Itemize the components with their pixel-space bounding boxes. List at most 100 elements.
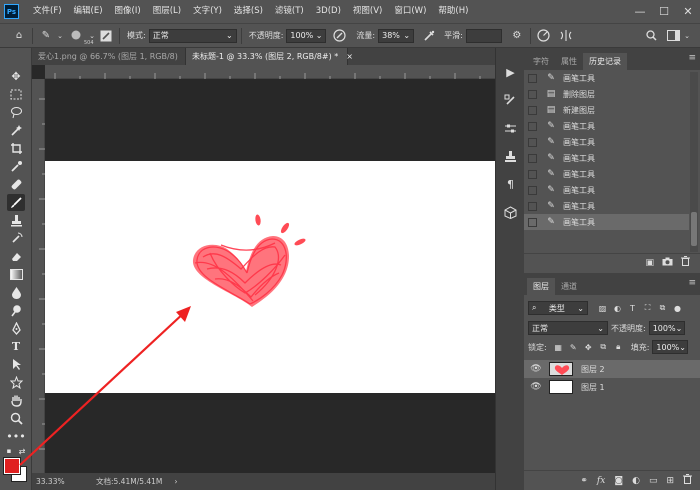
new-layer-icon[interactable]: ⊞ bbox=[666, 476, 674, 486]
default-colors-icon[interactable]: ▪ bbox=[4, 446, 14, 456]
dodge-tool-icon[interactable] bbox=[7, 302, 25, 319]
lock-position-icon[interactable]: ✥ bbox=[582, 341, 595, 354]
history-checkbox[interactable] bbox=[528, 153, 537, 163]
tab-untitled-1[interactable]: 未标题-1 @ 33.3% (图层 2, RGB/8#) * × bbox=[186, 48, 353, 65]
history-checkbox[interactable] bbox=[528, 137, 537, 147]
trash-icon[interactable] bbox=[683, 474, 692, 487]
panel-menu-icon[interactable]: ≡ bbox=[688, 278, 696, 288]
pen-tool-icon[interactable] bbox=[7, 320, 25, 337]
history-item[interactable]: ✎ 画笔工具 bbox=[524, 166, 689, 182]
lock-pixels-icon[interactable]: ✎ bbox=[567, 341, 580, 354]
layer-row-2[interactable]: 👁︎ 图层 2 bbox=[524, 360, 700, 378]
menu-edit[interactable]: 编辑(E) bbox=[68, 0, 109, 23]
menu-layer[interactable]: 图层(L) bbox=[147, 0, 187, 23]
menu-filter[interactable]: 滤镜(T) bbox=[269, 0, 310, 23]
tab-layers[interactable]: 图层 bbox=[527, 278, 555, 295]
history-checkbox[interactable] bbox=[528, 73, 537, 83]
maximize-button[interactable]: ☐ bbox=[652, 0, 676, 23]
history-item[interactable]: ✎ 画笔工具 bbox=[524, 150, 689, 166]
layer-filter-select[interactable]: ⌕ 类型 ⌄ bbox=[528, 301, 588, 315]
history-item[interactable]: ✎ 画笔工具 bbox=[524, 134, 689, 150]
history-checkbox[interactable] bbox=[528, 185, 537, 195]
history-item[interactable]: ✎ 画笔工具 bbox=[524, 70, 689, 86]
eraser-icon[interactable] bbox=[7, 248, 25, 265]
menu-image[interactable]: 图像(I) bbox=[109, 0, 147, 23]
history-checkbox[interactable] bbox=[528, 169, 537, 179]
adjustments-icon[interactable] bbox=[502, 120, 519, 137]
layer-row-1[interactable]: 👁︎ 图层 1 bbox=[524, 378, 700, 396]
brush-panel-toggle-icon[interactable] bbox=[97, 27, 115, 45]
tab-properties[interactable]: 属性 bbox=[555, 53, 583, 70]
lock-transparent-icon[interactable]: ▦ bbox=[552, 341, 565, 354]
history-item[interactable]: ✎ 画笔工具 bbox=[524, 118, 689, 134]
new-group-icon[interactable]: ▭ bbox=[649, 476, 658, 486]
foreground-color-swatch[interactable] bbox=[4, 458, 20, 474]
history-item[interactable]: ✎ 画笔工具 bbox=[524, 198, 689, 214]
menu-file[interactable]: 文件(F) bbox=[27, 0, 68, 23]
zoom-level[interactable]: 33.33% bbox=[32, 477, 90, 486]
history-checkbox[interactable] bbox=[528, 121, 537, 131]
eyedropper-icon[interactable] bbox=[7, 158, 25, 175]
more-tools-icon[interactable]: ••• bbox=[6, 428, 25, 445]
menu-help[interactable]: 帮助(H) bbox=[432, 0, 474, 23]
history-checkbox[interactable] bbox=[528, 89, 537, 99]
menu-select[interactable]: 选择(S) bbox=[228, 0, 269, 23]
filter-shape-icon[interactable]: ⛶ bbox=[641, 302, 654, 315]
chevron-down-icon[interactable]: ⌄ bbox=[55, 27, 65, 45]
tab-history[interactable]: 历史记录 bbox=[583, 53, 627, 70]
canvas-area[interactable] bbox=[45, 79, 495, 473]
document-canvas[interactable] bbox=[45, 161, 495, 393]
eye-icon[interactable]: 👁︎ bbox=[529, 364, 543, 374]
swap-colors-icon[interactable]: ⇄ bbox=[17, 446, 27, 456]
layer-style-icon[interactable]: fx bbox=[597, 476, 605, 486]
eye-icon[interactable]: 👁︎ bbox=[529, 382, 543, 392]
history-item[interactable]: ▤ 新建图层 bbox=[524, 102, 689, 118]
blend-mode-select[interactable]: 正常 ⌄ bbox=[528, 321, 608, 335]
gear-icon[interactable]: ⚙ bbox=[508, 27, 526, 45]
airbrush-icon[interactable] bbox=[420, 27, 438, 45]
healing-brush-icon[interactable] bbox=[7, 176, 25, 193]
panel-menu-icon[interactable]: ≡ bbox=[688, 53, 696, 63]
symmetry-icon[interactable] bbox=[557, 27, 575, 45]
menu-type[interactable]: 文字(Y) bbox=[187, 0, 228, 23]
gradient-tool-icon[interactable] bbox=[7, 266, 25, 283]
blur-tool-icon[interactable] bbox=[7, 284, 25, 301]
shape-tool-icon[interactable] bbox=[7, 374, 25, 391]
filter-type-icon[interactable]: T bbox=[626, 302, 639, 315]
layer-mask-icon[interactable]: ◙ bbox=[614, 476, 623, 486]
path-selection-icon[interactable] bbox=[7, 356, 25, 373]
layer-opacity-field[interactable]: 100% ⌄ bbox=[648, 321, 685, 335]
lasso-tool-icon[interactable] bbox=[7, 104, 25, 121]
move-tool-icon[interactable]: ✥ bbox=[7, 68, 25, 85]
filter-pixel-icon[interactable]: ▨ bbox=[596, 302, 609, 315]
filter-smart-object-icon[interactable]: ⧉ bbox=[656, 302, 669, 315]
history-brush-icon[interactable] bbox=[7, 230, 25, 247]
zoom-tool-icon[interactable] bbox=[7, 410, 25, 427]
trash-icon[interactable] bbox=[681, 256, 690, 269]
brush-angle-icon[interactable] bbox=[535, 27, 553, 45]
history-checkbox[interactable] bbox=[528, 201, 537, 211]
history-checkbox[interactable] bbox=[528, 105, 537, 115]
link-layers-icon[interactable]: ⚭ bbox=[580, 476, 588, 486]
clone-stamp-icon[interactable] bbox=[7, 212, 25, 229]
search-icon[interactable] bbox=[642, 27, 660, 45]
lock-all-icon[interactable]: 🔒︎ bbox=[612, 341, 625, 354]
3d-cube-icon[interactable] bbox=[502, 204, 519, 221]
tab-channels[interactable]: 通道 bbox=[555, 278, 583, 295]
hand-tool-icon[interactable] bbox=[7, 392, 25, 409]
brush-settings-icon[interactable] bbox=[502, 92, 519, 109]
history-item[interactable]: ✎ 画笔工具 bbox=[524, 214, 689, 230]
clone-source-icon[interactable] bbox=[502, 148, 519, 165]
status-menu-arrow[interactable]: › bbox=[174, 477, 177, 486]
history-item[interactable]: ▤ 删除图层 bbox=[524, 86, 689, 102]
type-tool-icon[interactable]: T bbox=[7, 338, 25, 355]
menu-3d[interactable]: 3D(D) bbox=[310, 0, 347, 23]
fill-field[interactable]: 100% ⌄ bbox=[652, 340, 689, 354]
crop-tool-icon[interactable] bbox=[7, 140, 25, 157]
menu-window[interactable]: 窗口(W) bbox=[388, 0, 432, 23]
pressure-opacity-icon[interactable] bbox=[330, 27, 348, 45]
marquee-tool-icon[interactable] bbox=[7, 86, 25, 103]
minimize-button[interactable]: — bbox=[628, 0, 652, 23]
adjustment-layer-icon[interactable]: ◐ bbox=[632, 476, 640, 486]
mode-select[interactable]: 正常 ⌄ bbox=[148, 28, 237, 43]
